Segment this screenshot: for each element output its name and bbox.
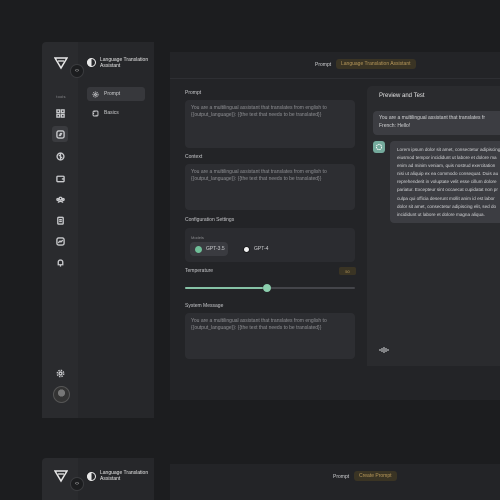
user-avatar[interactable] xyxy=(53,386,70,403)
tools-section-label: tools xyxy=(56,94,66,99)
nav-item-label: Basics xyxy=(104,110,119,116)
gear-icon xyxy=(56,369,64,377)
model-option-gpt35[interactable]: GPT-3.5 xyxy=(190,242,228,256)
settings-dots-icon xyxy=(92,90,99,98)
nav-item-label: Prompt xyxy=(104,91,121,97)
message-line: reprehenderit in voluptate velit esse ci… xyxy=(397,179,497,185)
nav-item-basics[interactable]: Basics xyxy=(87,106,145,120)
context-label: Context xyxy=(185,154,203,160)
rail-users-button[interactable] xyxy=(52,191,68,207)
brain-icon xyxy=(55,151,65,161)
context-input[interactable]: You are a multilingual assistant that tr… xyxy=(185,164,355,210)
message-line: culpa qui officia deserunt mollit anim i… xyxy=(397,195,495,201)
bell-icon xyxy=(57,258,63,267)
second-card-main xyxy=(170,464,500,500)
bot-avatar xyxy=(373,141,385,153)
bot-message-bubble: Lorem ipsum dolor sit amet, consectetur … xyxy=(390,141,500,223)
rail-wallet-button[interactable] xyxy=(52,170,68,186)
message-line: pariatur. Excepteur sint occaecat cupida… xyxy=(397,187,498,193)
config-settings-label: Configuration Settings xyxy=(185,217,235,223)
message-line: enim ad minim veniam, quis nostrud exerc… xyxy=(397,163,496,169)
compass-icon xyxy=(55,129,65,139)
brand-logo-icon xyxy=(54,470,68,483)
temperature-label: Temperature xyxy=(185,268,214,274)
rail-clipboard-button[interactable] xyxy=(52,212,68,228)
grid-icon xyxy=(55,108,65,118)
models-label: Models xyxy=(191,235,204,240)
nav-item-prompt[interactable]: Prompt xyxy=(87,87,145,101)
assistant-name-pill[interactable]: Language Translation Assistant xyxy=(336,59,416,69)
rail-compass-button[interactable] xyxy=(52,126,68,142)
model-name: GPT-3.5 xyxy=(206,246,225,252)
preview-title: Preview and Test xyxy=(379,93,425,99)
clipboard-icon xyxy=(56,216,64,225)
create-prompt-pill[interactable]: Create Prompt xyxy=(354,471,397,481)
user-message-bubble: You are a multilingual assistant that tr… xyxy=(373,111,500,135)
temperature-value-badge: 50 xyxy=(339,267,356,275)
chevrons-icon: ‹› xyxy=(75,481,79,487)
second-card-app-title: Language Translation Assistant xyxy=(100,470,149,482)
message-line: dolor sit amet, consectetur adipiscing e… xyxy=(397,203,497,209)
rail-brain-button[interactable] xyxy=(52,148,68,164)
message-line: incididunt ut labore et dolore magna ali… xyxy=(397,211,485,217)
message-line: You are a multilingual assistant that tr… xyxy=(379,115,485,121)
message-line: eiusmod tempor incididunt ut labore et d… xyxy=(397,155,497,161)
prompt-label: Prompt xyxy=(185,90,202,96)
chart-icon xyxy=(55,236,65,246)
app-circle-outline-icon xyxy=(87,58,96,67)
system-message-input[interactable]: You are a multilingual assistant that tr… xyxy=(185,313,355,359)
openai-logo-icon xyxy=(243,245,250,253)
wallet-icon xyxy=(55,175,65,182)
second-card-topbar-label: Prompt xyxy=(333,474,350,480)
model-option-gpt4[interactable]: GPT-4 xyxy=(238,242,274,256)
puzzle-icon xyxy=(92,110,99,116)
waveform-icon[interactable] xyxy=(379,346,389,354)
openai-logo-icon xyxy=(375,143,383,151)
openai-logo-icon xyxy=(195,245,202,253)
collapse-sidebar-button[interactable]: ‹› xyxy=(70,64,84,78)
topbar-divider xyxy=(170,78,500,79)
rail-grid-button[interactable] xyxy=(52,105,68,121)
collapse-sidebar-button[interactable]: ‹› xyxy=(70,477,84,491)
users-icon xyxy=(55,196,65,203)
topbar-label: Prompt xyxy=(315,62,332,68)
app-circle-outline-icon xyxy=(87,472,96,481)
system-message-label: System Message xyxy=(185,303,224,309)
message-line: Lorem ipsum dolor sit amet, consectetur … xyxy=(397,147,500,152)
model-name: GPT-4 xyxy=(254,246,269,252)
brand-logo-icon xyxy=(54,57,68,70)
message-line: nisi ut aliquip ex ea commodo consequat.… xyxy=(397,171,499,177)
app-title: Language Translation Assistant xyxy=(100,57,149,69)
rail-settings-button[interactable] xyxy=(52,365,68,381)
message-line: French: Hello! xyxy=(379,123,411,129)
rail-bell-button[interactable] xyxy=(52,254,68,270)
temperature-slider-fill xyxy=(185,287,264,289)
prompt-input[interactable]: You are a multilingual assistant that tr… xyxy=(185,100,355,148)
chevrons-icon: ‹› xyxy=(75,68,79,74)
rail-chart-button[interactable] xyxy=(52,233,68,249)
